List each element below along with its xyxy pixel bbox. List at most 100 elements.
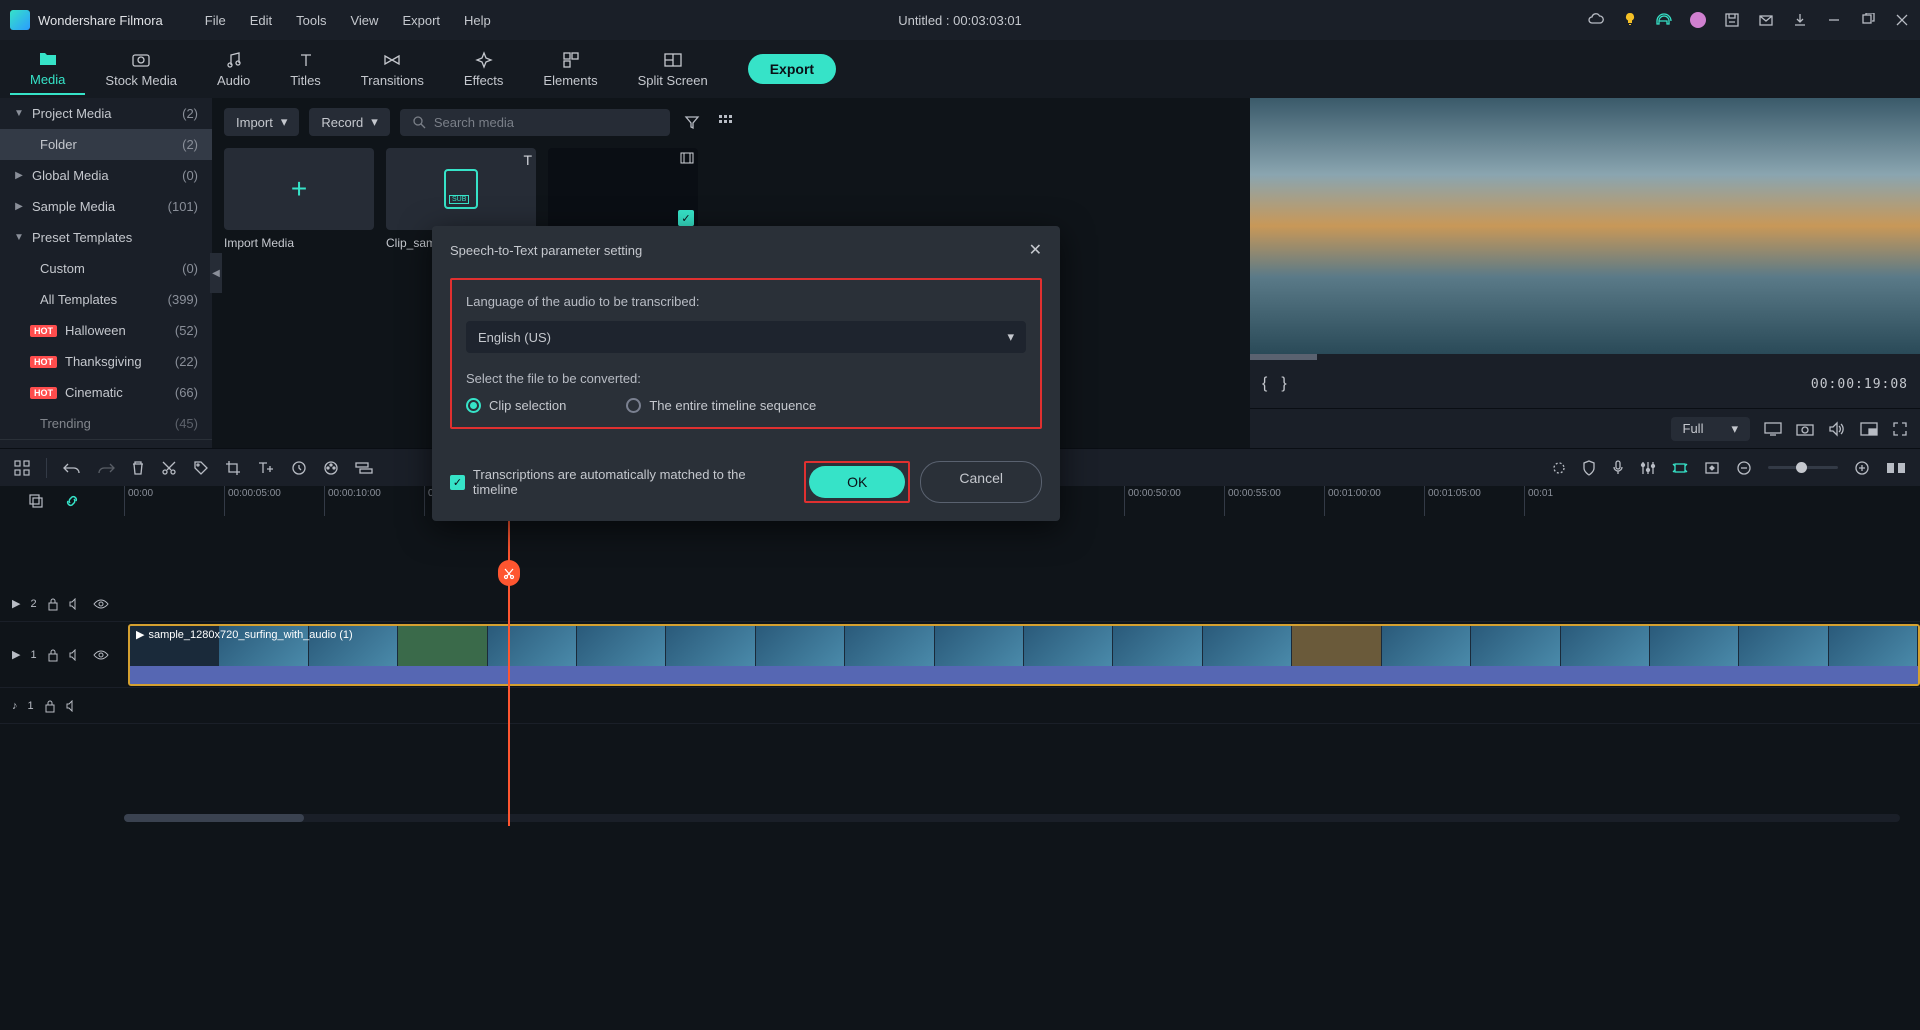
tab-elements[interactable]: Elements bbox=[523, 44, 617, 94]
cut-icon[interactable] bbox=[161, 460, 177, 476]
render-icon[interactable] bbox=[1672, 460, 1688, 476]
sidebar-item-project-media[interactable]: ▼Project Media(2) bbox=[0, 98, 212, 129]
speech-to-text-modal: Speech-to-Text parameter setting ✕ Langu… bbox=[432, 226, 1060, 521]
brace-right[interactable]: } bbox=[1281, 375, 1286, 393]
menu-file[interactable]: File bbox=[193, 13, 238, 28]
music-icon[interactable]: ♪ bbox=[12, 700, 18, 712]
zoom-slider[interactable] bbox=[1768, 466, 1838, 469]
sidebar-item-halloween[interactable]: HOTHalloween(52) bbox=[0, 315, 212, 346]
color-icon[interactable] bbox=[323, 460, 339, 476]
close-icon[interactable]: ✕ bbox=[1029, 240, 1042, 260]
redo-icon[interactable] bbox=[97, 461, 115, 475]
tab-label: Transitions bbox=[361, 73, 424, 88]
language-select[interactable]: English (US) ▾ bbox=[466, 321, 1026, 353]
menu-tools[interactable]: Tools bbox=[284, 13, 338, 28]
volume-icon[interactable] bbox=[1828, 421, 1846, 437]
mute-icon[interactable] bbox=[69, 598, 83, 610]
export-button[interactable]: Export bbox=[748, 54, 836, 84]
video-clip[interactable]: ▶sample_1280x720_surfing_with_audio (1) bbox=[128, 624, 1920, 686]
grid-view-icon[interactable] bbox=[714, 110, 738, 134]
crop-icon[interactable] bbox=[225, 460, 241, 476]
snapshot-icon[interactable] bbox=[1796, 422, 1814, 436]
tab-effects[interactable]: Effects bbox=[444, 44, 524, 94]
auto-match-checkbox[interactable]: ✓ Transcriptions are automatically match… bbox=[450, 467, 792, 497]
collapse-handle[interactable]: ◀ bbox=[210, 253, 222, 293]
ok-button[interactable]: OK bbox=[809, 466, 905, 498]
lock-icon[interactable] bbox=[44, 699, 56, 713]
tab-titles[interactable]: Titles bbox=[270, 44, 341, 94]
play-icon[interactable]: ▶ bbox=[12, 648, 20, 661]
tag-icon[interactable] bbox=[193, 460, 209, 476]
play-icon[interactable]: ▶ bbox=[12, 597, 20, 610]
tab-audio[interactable]: Audio bbox=[197, 44, 270, 94]
marker-icon[interactable] bbox=[1552, 460, 1566, 476]
headphones-icon[interactable] bbox=[1656, 12, 1672, 28]
search-input[interactable]: Search media bbox=[400, 109, 670, 136]
lock-icon[interactable] bbox=[47, 597, 59, 611]
tab-stock-media[interactable]: Stock Media bbox=[85, 44, 197, 94]
quality-dropdown[interactable]: Full▾ bbox=[1671, 417, 1750, 441]
avatar-icon[interactable] bbox=[1690, 12, 1706, 28]
sidebar-item-sample-media[interactable]: ▶Sample Media(101) bbox=[0, 191, 212, 222]
sidebar-item-all-templates[interactable]: All Templates(399) bbox=[0, 284, 212, 315]
radio-entire-timeline[interactable]: The entire timeline sequence bbox=[626, 398, 816, 413]
speed-icon[interactable] bbox=[291, 460, 307, 476]
sidebar-item-custom[interactable]: Custom(0) bbox=[0, 253, 212, 284]
tab-media[interactable]: Media bbox=[10, 43, 85, 95]
keyframe-icon[interactable] bbox=[1704, 461, 1720, 475]
lock-icon[interactable] bbox=[47, 648, 59, 662]
sidebar-item-preset-templates[interactable]: ▼Preset Templates bbox=[0, 222, 212, 253]
cancel-button[interactable]: Cancel bbox=[920, 461, 1042, 503]
media-card-import[interactable]: + Import Media bbox=[224, 148, 374, 250]
save-icon[interactable] bbox=[1724, 12, 1740, 28]
download-icon[interactable] bbox=[1792, 12, 1808, 28]
filter-icon[interactable] bbox=[680, 110, 704, 134]
zoom-in-icon[interactable] bbox=[1854, 460, 1870, 476]
hot-badge: HOT bbox=[30, 356, 57, 368]
horizontal-scrollbar[interactable] bbox=[124, 814, 1900, 822]
minimize-icon[interactable] bbox=[1826, 12, 1842, 28]
playhead-handle[interactable] bbox=[498, 560, 520, 586]
mixer-icon[interactable] bbox=[1640, 460, 1656, 476]
menu-edit[interactable]: Edit bbox=[238, 13, 284, 28]
menu-view[interactable]: View bbox=[338, 13, 390, 28]
record-dropdown[interactable]: Record▾ bbox=[309, 108, 389, 136]
close-icon[interactable] bbox=[1894, 12, 1910, 28]
fit-icon[interactable] bbox=[1886, 462, 1906, 474]
undo-icon[interactable] bbox=[63, 461, 81, 475]
maximize-icon[interactable] bbox=[1860, 12, 1876, 28]
menu-export[interactable]: Export bbox=[390, 13, 452, 28]
pip-icon[interactable] bbox=[1860, 422, 1878, 436]
cloud-icon[interactable] bbox=[1588, 12, 1604, 28]
sidebar-item-folder[interactable]: Folder(2) bbox=[0, 129, 212, 160]
sidebar-item-thanksgiving[interactable]: HOTThanksgiving(22) bbox=[0, 346, 212, 377]
eye-icon[interactable] bbox=[93, 599, 109, 609]
preview-video[interactable] bbox=[1250, 98, 1920, 354]
text-plus-icon[interactable] bbox=[257, 460, 275, 476]
mute-icon[interactable] bbox=[66, 700, 80, 712]
mic-icon[interactable] bbox=[1612, 460, 1624, 476]
screen-icon[interactable] bbox=[1764, 422, 1782, 436]
mail-icon[interactable] bbox=[1758, 12, 1774, 28]
shield-icon[interactable] bbox=[1582, 460, 1596, 476]
tab-transitions[interactable]: Transitions bbox=[341, 44, 444, 94]
brace-left[interactable]: { bbox=[1262, 375, 1267, 393]
radio-clip-selection[interactable]: Clip selection bbox=[466, 398, 566, 413]
import-dropdown[interactable]: Import▾ bbox=[224, 108, 299, 136]
fullscreen-icon[interactable] bbox=[1892, 421, 1908, 437]
sidebar-item-cinematic[interactable]: HOTCinematic(66) bbox=[0, 377, 212, 408]
track-icon[interactable] bbox=[355, 461, 373, 475]
link-icon[interactable] bbox=[64, 493, 80, 509]
sidebar-item-trending[interactable]: Trending(45) bbox=[0, 408, 212, 439]
mute-icon[interactable] bbox=[69, 649, 83, 661]
tab-split-screen[interactable]: Split Screen bbox=[618, 44, 728, 94]
duplicate-icon[interactable] bbox=[28, 493, 44, 509]
sidebar-bottom bbox=[0, 439, 212, 448]
delete-icon[interactable] bbox=[131, 460, 145, 476]
zoom-out-icon[interactable] bbox=[1736, 460, 1752, 476]
quick-access-icon[interactable] bbox=[14, 460, 30, 476]
sidebar-item-global-media[interactable]: ▶Global Media(0) bbox=[0, 160, 212, 191]
lightbulb-icon[interactable] bbox=[1622, 12, 1638, 28]
eye-icon[interactable] bbox=[93, 650, 109, 660]
menu-help[interactable]: Help bbox=[452, 13, 503, 28]
